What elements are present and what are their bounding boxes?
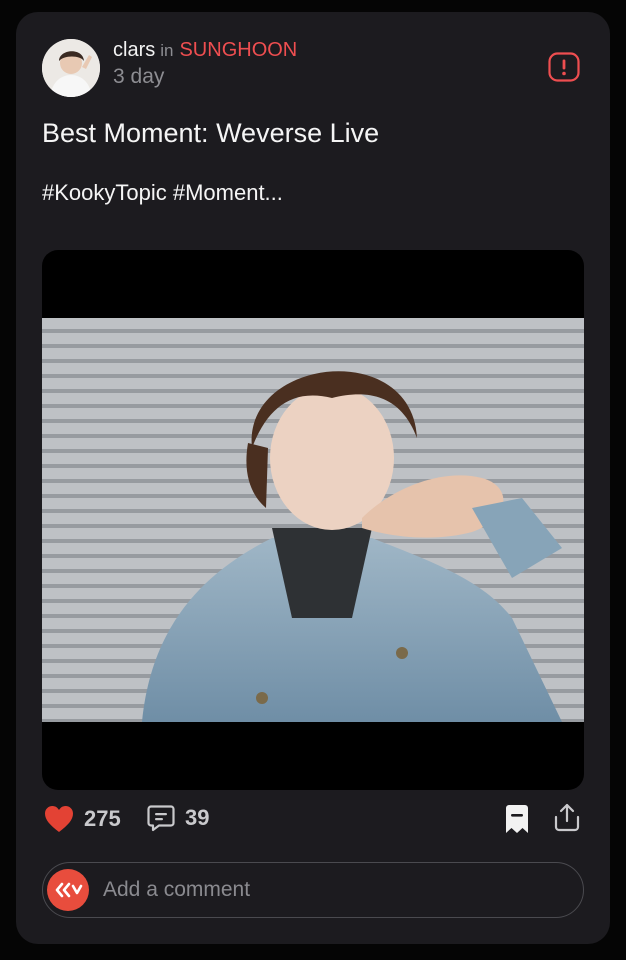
comment-box[interactable]: Add a comment xyxy=(42,862,584,918)
post-title[interactable]: Best Moment: Weverse Live xyxy=(42,118,379,149)
post-media[interactable] xyxy=(42,250,584,790)
post-photo xyxy=(42,318,584,722)
weverse-logo-icon xyxy=(47,869,89,911)
action-bar: 275 39 xyxy=(16,802,610,838)
post-hashtags[interactable]: #KookyTopic #Moment... xyxy=(42,180,283,206)
author-line: clars in SUNGHOON xyxy=(113,38,297,63)
post-time: 3 day xyxy=(113,65,165,88)
in-label: in xyxy=(160,41,174,60)
comment-count: 39 xyxy=(185,805,210,830)
like-button[interactable]: 275 xyxy=(44,805,121,833)
share-icon xyxy=(554,803,580,832)
share-button[interactable] xyxy=(553,802,581,832)
comment-input[interactable]: Add a comment xyxy=(103,863,250,917)
community-name[interactable]: SUNGHOON xyxy=(179,39,297,61)
report-button[interactable] xyxy=(548,52,580,82)
comment-button[interactable]: 39 xyxy=(147,804,209,832)
author-avatar[interactable] xyxy=(42,39,100,97)
alert-icon xyxy=(548,52,580,82)
bookmark-icon xyxy=(506,805,528,833)
avatar-image xyxy=(42,39,100,97)
heart-icon xyxy=(45,806,73,832)
weverse-logo-mark xyxy=(55,882,83,898)
post-card: clars in SUNGHOON 3 day Best Moment: Wever… xyxy=(16,12,610,944)
comment-bubble-icon xyxy=(147,805,175,832)
bookmark-button[interactable] xyxy=(505,804,529,834)
like-count: 275 xyxy=(84,806,121,831)
author-name[interactable]: clars xyxy=(113,39,155,61)
